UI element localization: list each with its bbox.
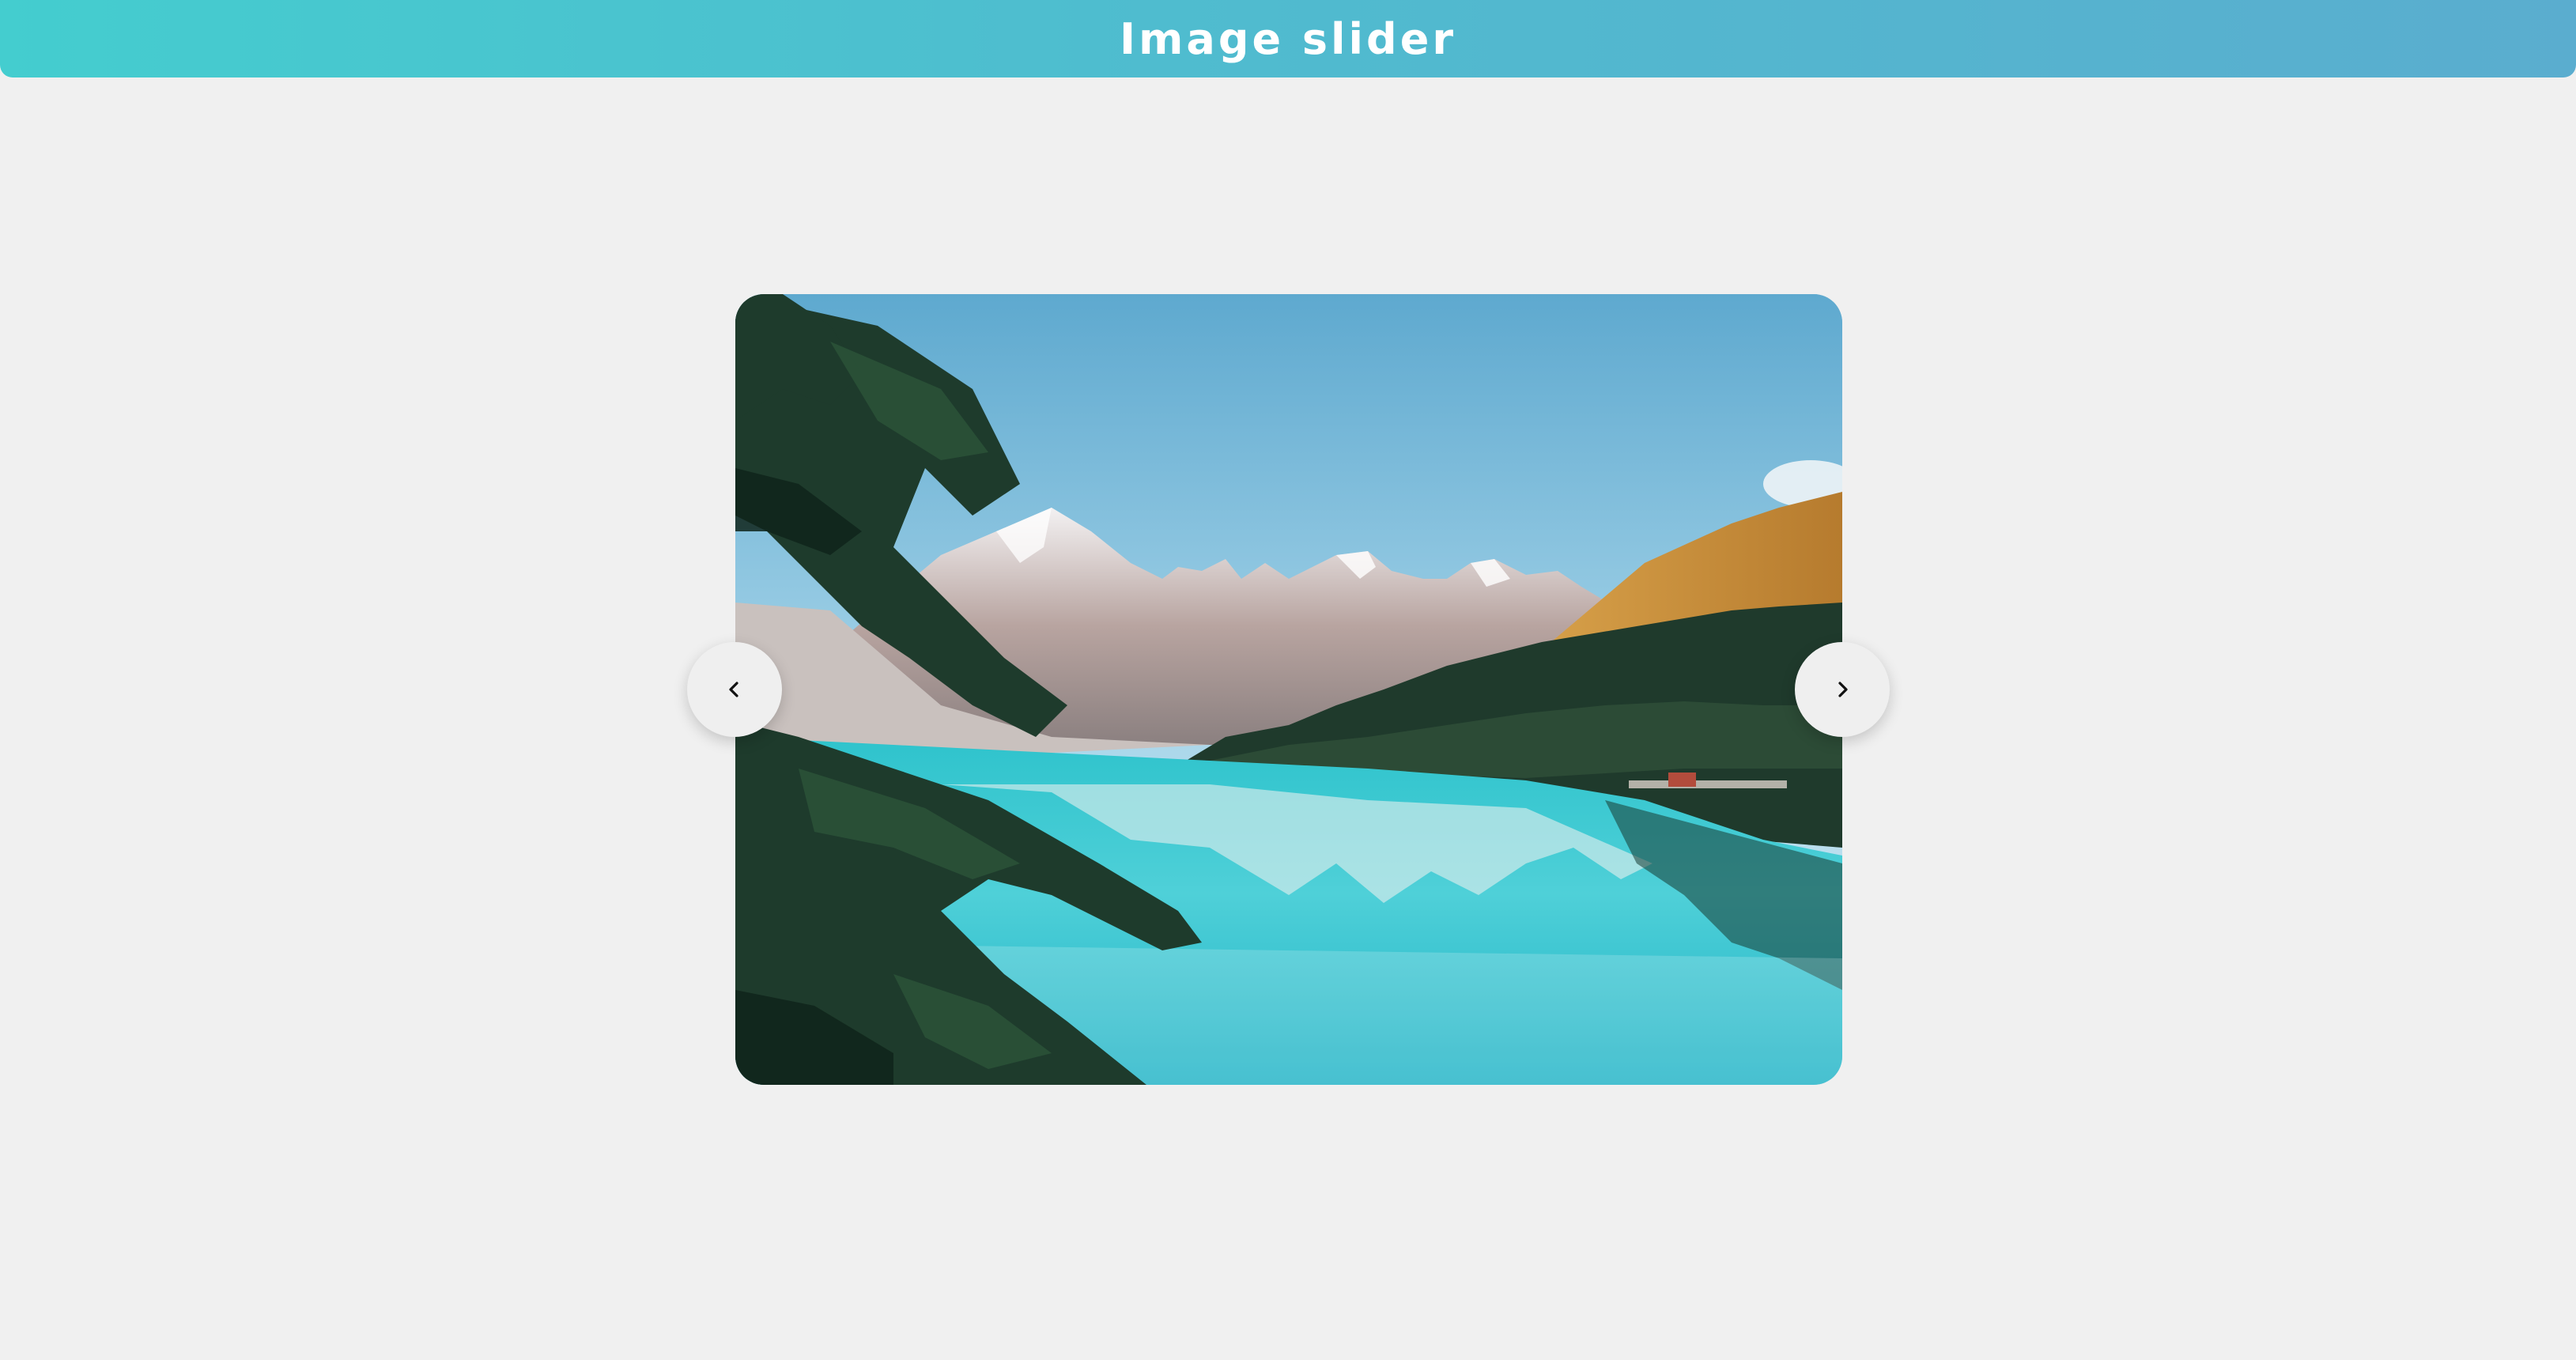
chevron-right-icon [1838,682,1848,697]
mountain-lake-image [735,294,1842,1085]
page-title: Image slider [1120,13,1456,64]
previous-slide-button[interactable] [687,642,782,737]
app-root: Image slider [0,0,2576,1360]
image-slider [687,294,1890,1085]
chevron-left-icon [729,682,738,697]
slide-image [735,294,1842,1085]
header-bar: Image slider [0,0,2576,77]
next-slide-button[interactable] [1795,642,1890,737]
